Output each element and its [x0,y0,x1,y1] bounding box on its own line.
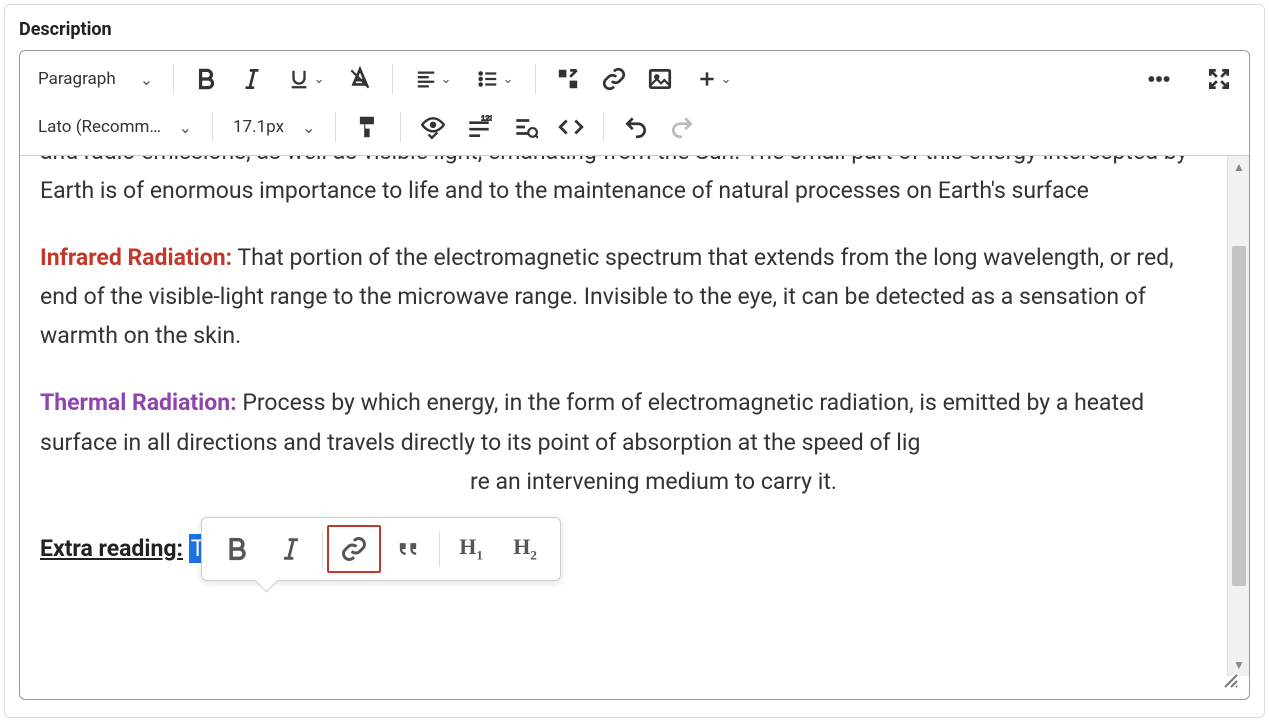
block-format-label: Paragraph [38,69,116,89]
h1-label: H1 [459,534,483,563]
font-size-label: 17.1px [233,117,284,137]
chevron-down-icon: ⌄ [503,72,514,87]
chevron-down-icon: ⌄ [179,118,192,137]
image-button[interactable] [640,60,680,98]
link-icon [340,535,368,563]
link-icon [601,66,627,92]
link-button[interactable] [594,60,634,98]
image-icon [647,66,673,92]
editor-body-wrap: and radio emissions, as well as visible … [20,156,1249,676]
float-quote-button[interactable] [381,525,435,573]
separator [212,112,213,142]
format-painter-button[interactable] [348,108,388,146]
code-icon [558,114,584,140]
bold-button[interactable] [186,60,226,98]
word-count-button[interactable]: 123 [459,108,499,146]
toolbar-top: Paragraph ⌄ ⌄ [20,51,1249,156]
text-color-icon [347,66,373,92]
floating-format-toolbar: H1 H2 [201,517,561,581]
separator [392,64,393,94]
float-italic-button[interactable] [264,525,318,573]
underline-icon [288,66,310,92]
align-button[interactable]: ⌄ [405,60,461,98]
equation-button[interactable] [505,108,545,146]
h2-label: H2 [513,534,537,563]
list-button[interactable]: ⌄ [467,60,523,98]
ellipsis-icon [1146,66,1172,92]
resize-handle[interactable] [1221,671,1241,695]
separator [335,112,336,142]
undo-icon [623,114,649,140]
infrared-heading: Infrared Radiation: [40,244,232,271]
format-painter-icon [355,114,381,140]
separator [322,531,323,567]
thermal-body-post: re an intervening medium to carry it. [470,468,837,495]
scrollbar[interactable]: ▲ ▼ [1227,156,1249,676]
separator [603,112,604,142]
font-family-select[interactable]: Lato (Recommended) ⌄ [30,117,200,137]
plus-icon [697,66,717,92]
svg-text:123: 123 [482,114,493,123]
float-h2-button[interactable]: H2 [498,525,552,573]
font-size-select[interactable]: 17.1px ⌄ [225,117,323,137]
align-left-icon [415,66,437,92]
eye-check-icon [420,114,446,140]
toolbar-row-1: Paragraph ⌄ ⌄ [30,55,1239,103]
underline-button[interactable]: ⌄ [278,60,334,98]
fullscreen-button[interactable] [1199,60,1239,98]
more-button[interactable] [1139,60,1179,98]
float-h1-button[interactable]: H1 [444,525,498,573]
expand-icon [1206,66,1232,92]
separator [439,531,440,567]
rich-text-editor: Paragraph ⌄ ⌄ [19,50,1250,700]
insert-stuff-icon [555,66,581,92]
italic-icon [239,66,265,92]
redo-button[interactable] [662,108,702,146]
separator [400,112,401,142]
text-color-button[interactable] [340,60,380,98]
italic-button[interactable] [232,60,272,98]
paragraph-infrared: Infrared Radiation: That portion of the … [40,238,1207,355]
float-bold-button[interactable] [210,525,264,573]
scroll-up-arrow[interactable]: ▲ [1228,156,1250,178]
separator [173,64,174,94]
resize-icon [1221,671,1241,691]
chevron-down-icon: ⌄ [721,72,732,87]
source-code-button[interactable] [551,108,591,146]
float-link-button[interactable] [327,525,381,573]
bullet-list-icon [477,66,499,92]
editor-content[interactable]: and radio emissions, as well as visible … [20,156,1227,676]
chevron-down-icon: ⌄ [140,70,153,89]
quote-icon [394,535,422,563]
font-family-label: Lato (Recommended) [38,117,167,137]
thermal-heading: Thermal Radiation: [40,389,237,416]
paragraph-thermal: Thermal Radiation: Process by which ener… [40,383,1207,500]
toolbar-row-2: Lato (Recommended) ⌄ 17.1px ⌄ 123 [30,103,1239,151]
panel-label: Description [19,19,1250,40]
italic-icon [277,535,305,563]
description-panel: Description Paragraph ⌄ ⌄ [4,4,1265,718]
separator [535,64,536,94]
extra-reading-label: Extra reading: [40,535,183,562]
scroll-thumb[interactable] [1232,246,1246,586]
undo-button[interactable] [616,108,656,146]
bold-icon [193,66,219,92]
bold-icon [223,535,251,563]
chevron-down-icon: ⌄ [302,118,315,137]
chevron-down-icon: ⌄ [314,72,325,87]
insert-plus-button[interactable]: ⌄ [686,60,742,98]
block-format-select[interactable]: Paragraph ⌄ [30,69,161,89]
paragraph-solar: and radio emissions, as well as visible … [40,156,1207,210]
word-count-icon: 123 [466,114,492,140]
equation-icon [512,114,538,140]
insert-stuff-button[interactable] [548,60,588,98]
chevron-down-icon: ⌄ [441,72,452,87]
redo-icon [669,114,695,140]
accessibility-button[interactable] [413,108,453,146]
